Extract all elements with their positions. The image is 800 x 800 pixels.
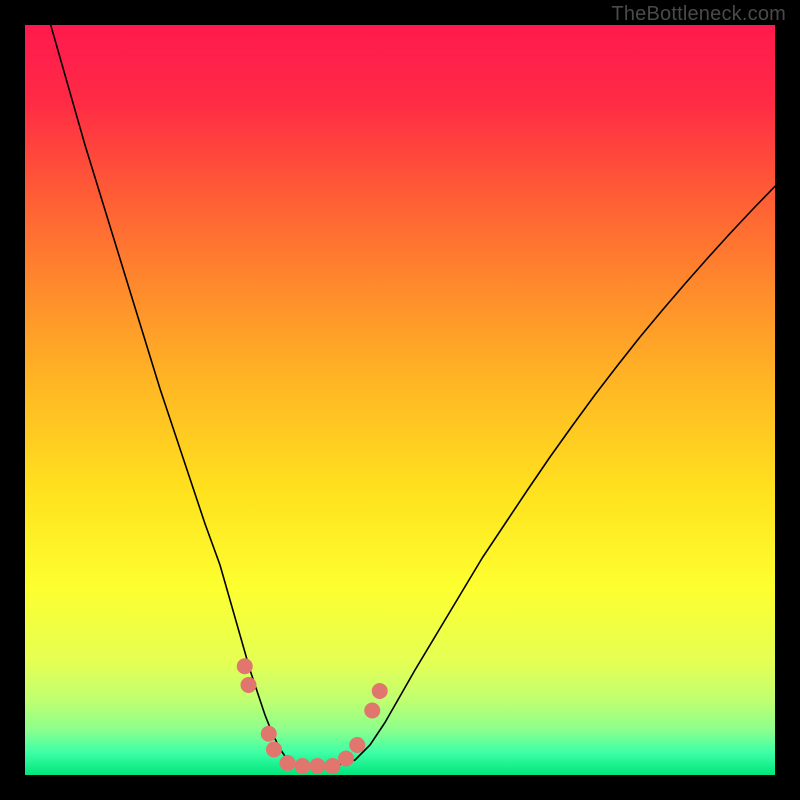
marker-cluster-point-8 [338, 751, 354, 767]
marker-cluster-point-0 [237, 658, 253, 674]
marker-cluster-point-4 [280, 755, 296, 771]
marker-cluster-point-11 [372, 683, 388, 699]
gradient-background [25, 25, 775, 775]
marker-cluster-point-5 [295, 758, 311, 774]
marker-cluster-point-6 [310, 758, 326, 774]
chart-svg [25, 25, 775, 775]
marker-cluster-point-3 [266, 742, 282, 758]
marker-cluster-point-1 [241, 677, 257, 693]
plot-area [25, 25, 775, 775]
chart-frame: TheBottleneck.com [0, 0, 800, 800]
marker-cluster-point-7 [325, 758, 341, 774]
marker-cluster-point-10 [364, 703, 380, 719]
watermark-label: TheBottleneck.com [611, 3, 786, 26]
marker-cluster-point-9 [349, 737, 365, 753]
marker-cluster-point-2 [261, 726, 277, 742]
